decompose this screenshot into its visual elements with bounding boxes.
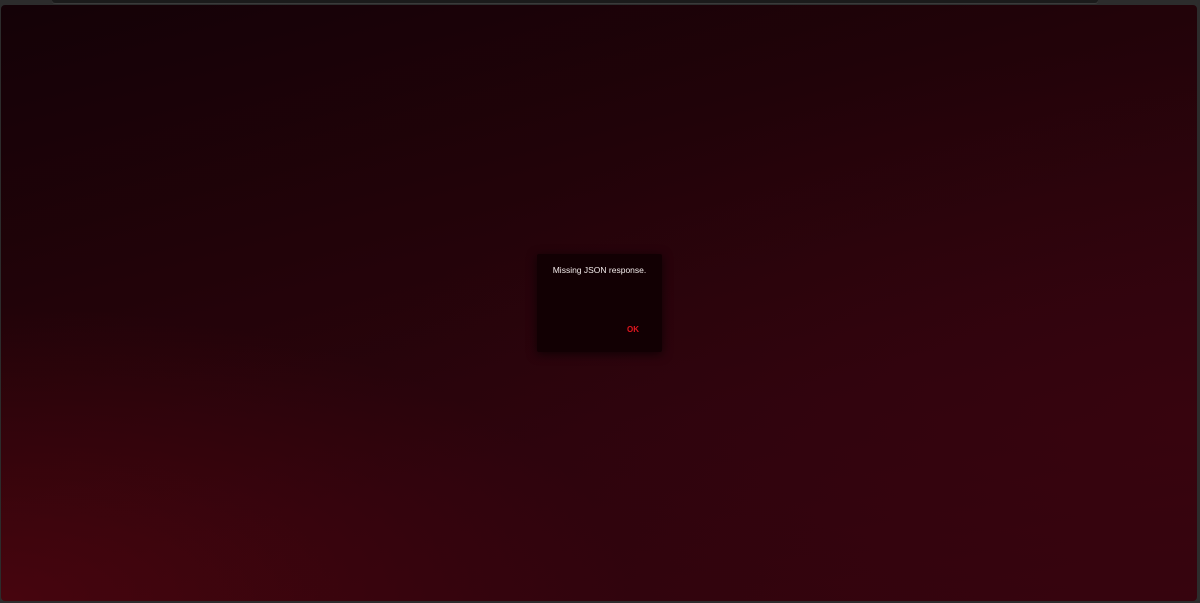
dialog-message: Missing JSON response. xyxy=(552,265,647,275)
alert-dialog: Missing JSON response. xyxy=(537,254,662,352)
browser-top-bar xyxy=(52,0,1098,3)
ok-button[interactable]: OK xyxy=(620,324,646,336)
